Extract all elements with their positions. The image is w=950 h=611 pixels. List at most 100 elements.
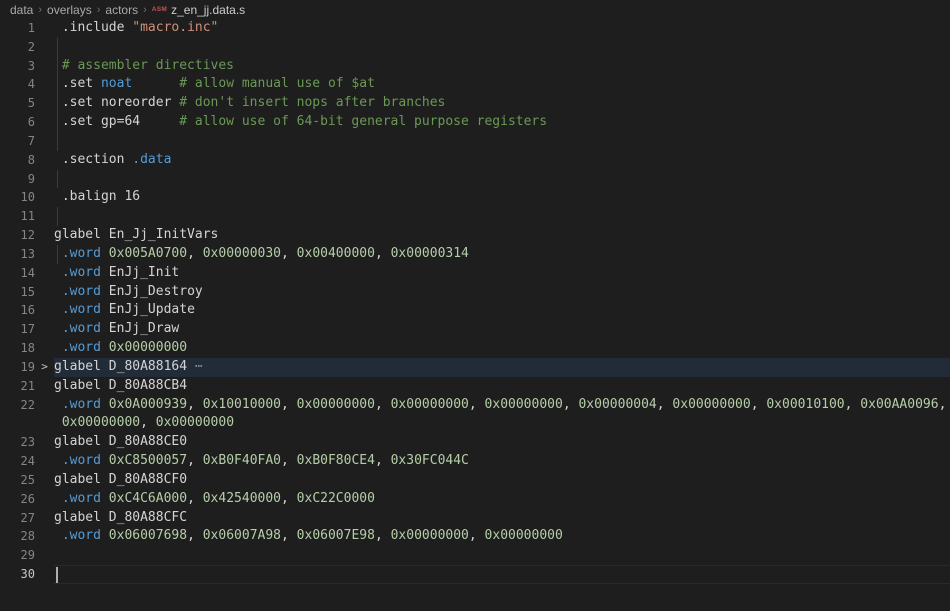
code-line[interactable]: 29 bbox=[0, 546, 950, 565]
line-content[interactable]: .word EnJj_Update bbox=[54, 301, 950, 320]
code-line[interactable]: 27 glabel D_80A88CFC bbox=[0, 509, 950, 528]
line-content[interactable] bbox=[54, 546, 950, 565]
line-content[interactable]: .set noreorder # don't insert nops after… bbox=[54, 94, 950, 113]
line-number[interactable]: 25 bbox=[0, 471, 35, 490]
line-content[interactable] bbox=[54, 170, 950, 189]
code-line[interactable]: 19>glabel D_80A88164 ⋯ bbox=[0, 358, 950, 377]
code-token: 0x005A0700 bbox=[109, 246, 187, 261]
line-number[interactable]: 2 bbox=[0, 38, 35, 57]
line-content[interactable]: .section .data bbox=[54, 151, 950, 170]
line-number[interactable]: 10 bbox=[0, 188, 35, 207]
line-content[interactable] bbox=[54, 207, 950, 226]
breadcrumb-file-name[interactable]: z_en_jj.data.s bbox=[171, 3, 245, 17]
line-number[interactable]: 4 bbox=[0, 75, 35, 94]
line-number[interactable]: 24 bbox=[0, 452, 35, 471]
code-line[interactable]: 5 .set noreorder # don't insert nops aft… bbox=[0, 94, 950, 113]
code-line[interactable]: 18 .word 0x00000000 bbox=[0, 339, 950, 358]
code-line[interactable]: 9 bbox=[0, 170, 950, 189]
line-number[interactable]: 28 bbox=[0, 527, 35, 546]
line-number[interactable]: 9 bbox=[0, 170, 35, 189]
code-line[interactable]: 28 .word 0x06007698, 0x06007A98, 0x06007… bbox=[0, 527, 950, 546]
fold-chevron-icon[interactable]: > bbox=[35, 358, 54, 377]
code-line[interactable]: 11 bbox=[0, 207, 950, 226]
code-token: 0x00000000 bbox=[54, 415, 140, 430]
code-line[interactable]: 21 glabel D_80A88CB4 bbox=[0, 377, 950, 396]
line-content[interactable]: glabel En_Jj_InitVars bbox=[54, 226, 950, 245]
line-content[interactable]: .word 0x0A000939, 0x10010000, 0x00000000… bbox=[54, 396, 950, 415]
line-content[interactable]: .word EnJj_Init bbox=[54, 264, 950, 283]
line-number[interactable]: 16 bbox=[0, 301, 35, 320]
line-content[interactable]: .word EnJj_Draw bbox=[54, 320, 950, 339]
line-content[interactable]: .word 0x005A0700, 0x00000030, 0x00400000… bbox=[54, 245, 950, 264]
line-content[interactable] bbox=[54, 132, 950, 151]
code-line[interactable]: 8 .section .data bbox=[0, 151, 950, 170]
line-number[interactable]: 19 bbox=[0, 358, 35, 377]
code-line[interactable]: 10 .balign 16 bbox=[0, 188, 950, 207]
code-line[interactable]: 3 # assembler directives bbox=[0, 57, 950, 76]
line-content[interactable]: .word 0x06007698, 0x06007A98, 0x06007E98… bbox=[54, 527, 950, 546]
line-number[interactable]: 14 bbox=[0, 264, 35, 283]
line-content[interactable]: glabel D_80A88CB4 bbox=[54, 377, 950, 396]
line-content[interactable]: # assembler directives bbox=[54, 57, 950, 76]
line-content[interactable]: .set gp=64 # allow use of 64-bit general… bbox=[54, 113, 950, 132]
line-number[interactable]: 23 bbox=[0, 433, 35, 452]
line-number[interactable]: 22 bbox=[0, 396, 35, 415]
code-line[interactable]: 7 bbox=[0, 132, 950, 151]
line-number[interactable]: 11 bbox=[0, 207, 35, 226]
line-content[interactable]: 0x00000000, 0x00000000 bbox=[54, 414, 950, 433]
line-content[interactable] bbox=[54, 38, 950, 57]
line-number[interactable]: 21 bbox=[0, 377, 35, 396]
code-line[interactable]: 4 .set noat # allow manual use of $at bbox=[0, 75, 950, 94]
code-line-wrap[interactable]: 0x00000000, 0x00000000 bbox=[0, 414, 950, 433]
code-line[interactable]: 23 glabel D_80A88CE0 bbox=[0, 433, 950, 452]
line-number[interactable]: 18 bbox=[0, 339, 35, 358]
line-number[interactable]: 27 bbox=[0, 509, 35, 528]
code-token: # allow use of 64-bit general purpose re… bbox=[140, 114, 547, 129]
code-line[interactable]: 22 .word 0x0A000939, 0x10010000, 0x00000… bbox=[0, 396, 950, 415]
line-number[interactable]: 30 bbox=[0, 565, 35, 584]
code-line[interactable]: 14 .word EnJj_Init bbox=[0, 264, 950, 283]
code-line[interactable]: 25 glabel D_80A88CF0 bbox=[0, 471, 950, 490]
line-content[interactable]: .balign 16 bbox=[54, 188, 950, 207]
line-number[interactable]: 8 bbox=[0, 151, 35, 170]
line-number[interactable]: 1 bbox=[0, 19, 35, 38]
line-content[interactable]: glabel D_80A88CE0 bbox=[54, 433, 950, 452]
line-number[interactable]: 17 bbox=[0, 320, 35, 339]
code-line[interactable]: 16 .word EnJj_Update bbox=[0, 301, 950, 320]
code-token: 0xC4C6A000 bbox=[109, 491, 187, 506]
breadcrumb-item-data[interactable]: data bbox=[10, 3, 33, 17]
breadcrumb-item-actors[interactable]: actors bbox=[105, 3, 138, 17]
line-number[interactable]: 13 bbox=[0, 245, 35, 264]
line-number[interactable]: 3 bbox=[0, 57, 35, 76]
line-number[interactable]: 26 bbox=[0, 490, 35, 509]
code-line[interactable]: 13 .word 0x005A0700, 0x00000030, 0x00400… bbox=[0, 245, 950, 264]
line-number[interactable]: 6 bbox=[0, 113, 35, 132]
code-line[interactable]: 17 .word EnJj_Draw bbox=[0, 320, 950, 339]
breadcrumb-item-overlays[interactable]: overlays bbox=[47, 3, 92, 17]
code-line[interactable]: 30 bbox=[0, 565, 950, 584]
line-number[interactable]: 12 bbox=[0, 226, 35, 245]
line-content[interactable]: .include "macro.inc" bbox=[54, 19, 950, 38]
line-number[interactable]: 15 bbox=[0, 283, 35, 302]
code-token: , bbox=[281, 453, 297, 468]
code-token: .word bbox=[54, 453, 109, 468]
code-line[interactable]: 15 .word EnJj_Destroy bbox=[0, 283, 950, 302]
code-line[interactable]: 6 .set gp=64 # allow use of 64-bit gener… bbox=[0, 113, 950, 132]
line-number[interactable]: 7 bbox=[0, 132, 35, 151]
line-content[interactable]: glabel D_80A88164 ⋯ bbox=[54, 358, 950, 377]
line-content[interactable]: glabel D_80A88CF0 bbox=[54, 471, 950, 490]
line-content[interactable] bbox=[54, 565, 950, 584]
code-line[interactable]: 1 .include "macro.inc" bbox=[0, 19, 950, 38]
line-content[interactable]: .word EnJj_Destroy bbox=[54, 283, 950, 302]
code-line[interactable]: 12 glabel En_Jj_InitVars bbox=[0, 226, 950, 245]
line-content[interactable]: .word 0x00000000 bbox=[54, 339, 950, 358]
line-content[interactable]: .word 0xC8500057, 0xB0F40FA0, 0xB0F80CE4… bbox=[54, 452, 950, 471]
line-content[interactable]: .word 0xC4C6A000, 0x42540000, 0xC22C0000 bbox=[54, 490, 950, 509]
code-line[interactable]: 26 .word 0xC4C6A000, 0x42540000, 0xC22C0… bbox=[0, 490, 950, 509]
line-number[interactable]: 29 bbox=[0, 546, 35, 565]
code-line[interactable]: 24 .word 0xC8500057, 0xB0F40FA0, 0xB0F80… bbox=[0, 452, 950, 471]
code-line[interactable]: 2 bbox=[0, 38, 950, 57]
line-number[interactable]: 5 bbox=[0, 94, 35, 113]
line-content[interactable]: .set noat # allow manual use of $at bbox=[54, 75, 950, 94]
line-content[interactable]: glabel D_80A88CFC bbox=[54, 509, 950, 528]
